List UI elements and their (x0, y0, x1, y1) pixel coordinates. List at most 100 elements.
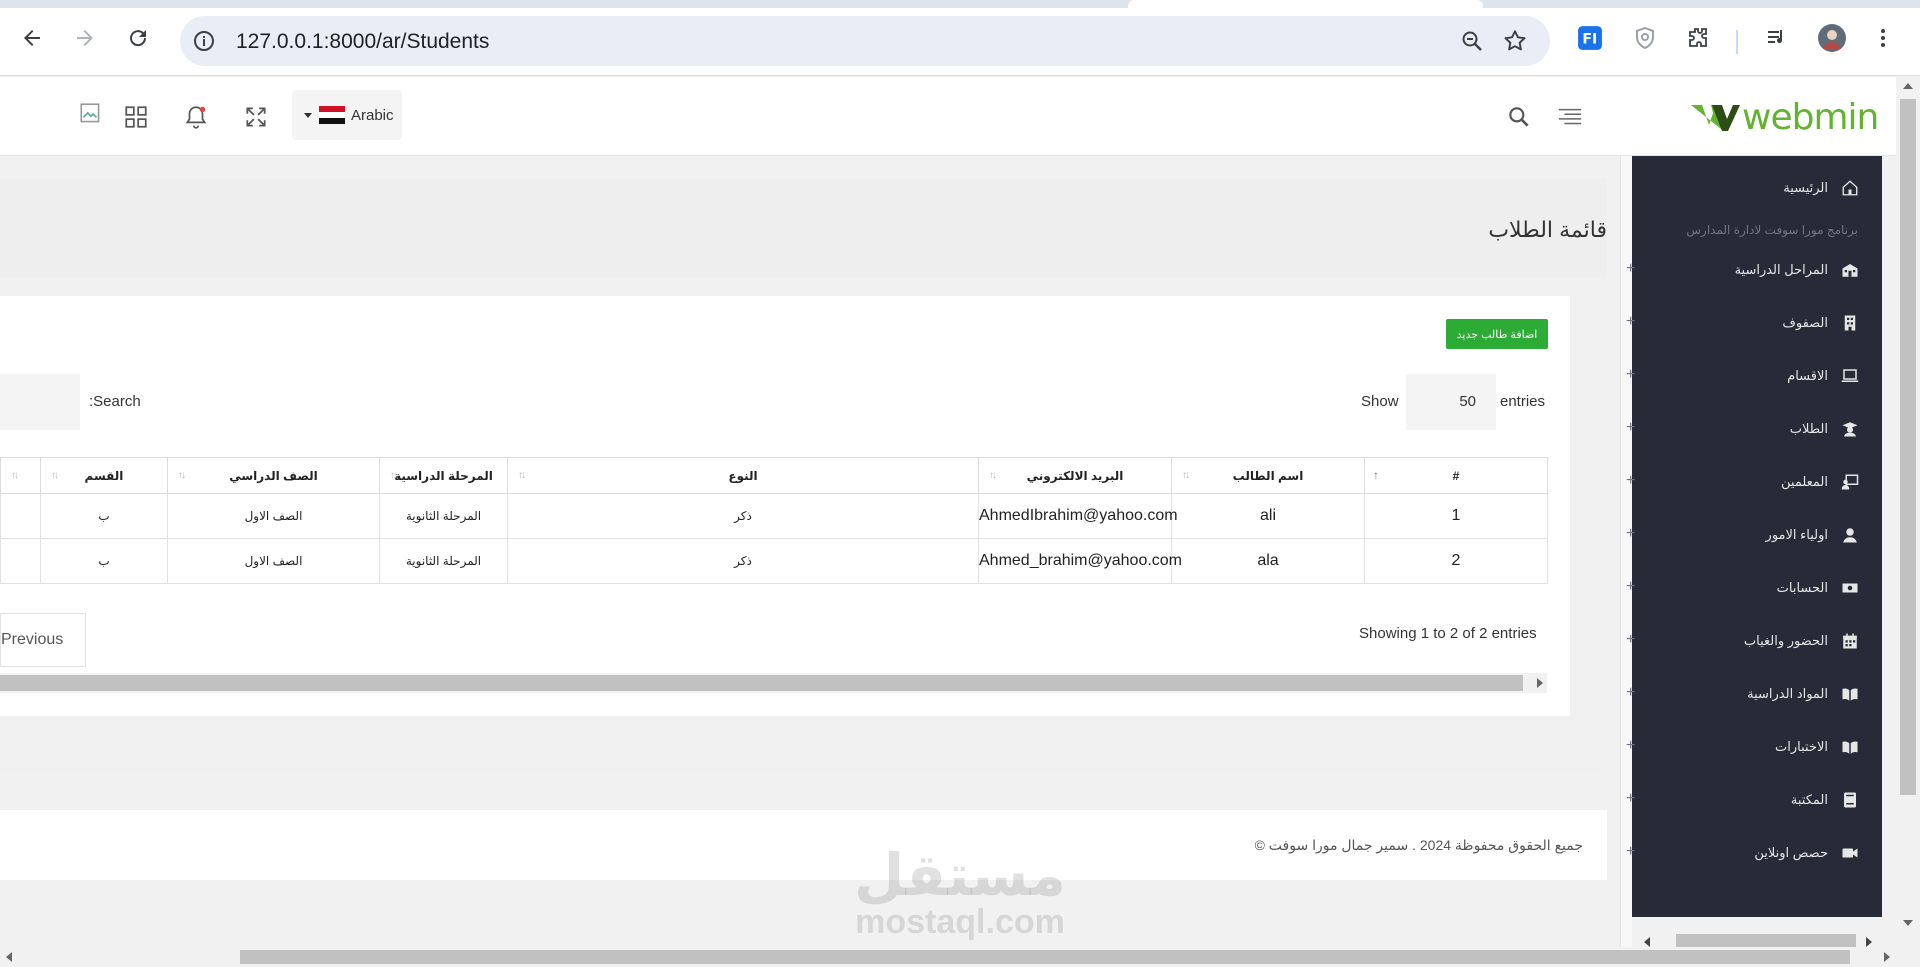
column-header-extra[interactable]: ↑↓ (0, 457, 41, 494)
graduate-icon (1840, 419, 1860, 439)
expand-plus-icon[interactable]: + (1626, 738, 1640, 754)
scroll-right-arrow-icon[interactable] (1537, 678, 1543, 688)
sidebar-item-label: المواد الدراسية (1747, 686, 1828, 701)
sidebar-item-accounts[interactable]: + الحسابات (1626, 573, 1882, 603)
bookmark-star-icon[interactable] (1502, 28, 1528, 54)
search-input[interactable] (0, 374, 80, 430)
reload-button[interactable] (120, 20, 156, 56)
sort-icon: ↑↓ (11, 470, 19, 481)
extension-shield-icon[interactable] (1630, 23, 1660, 53)
extensions-puzzle-icon[interactable] (1683, 23, 1713, 53)
scrollbar-thumb[interactable] (0, 675, 1523, 691)
expand-plus-icon[interactable]: + (1626, 632, 1640, 648)
table-header-row: ↑↓ ↑↓ القسم ↑↓ الصف الدراسي ↑↓ المرحلة الدر… (0, 457, 1548, 494)
scroll-right-arrow-icon[interactable] (1866, 937, 1872, 947)
scroll-left-arrow-icon[interactable] (1644, 937, 1650, 947)
info-icon[interactable] (192, 29, 216, 53)
scroll-right-arrow-icon[interactable] (1884, 952, 1890, 962)
user-icon (1840, 525, 1860, 545)
expand-plus-icon[interactable]: + (1626, 791, 1640, 807)
scroll-up-arrow-icon[interactable] (1903, 83, 1913, 89)
cell-section: ب (40, 538, 168, 584)
expand-plus-icon[interactable]: + (1626, 367, 1640, 383)
cell-extra (0, 538, 41, 584)
search-label: :Search (89, 393, 141, 410)
expand-plus-icon[interactable]: + (1626, 685, 1640, 701)
sidebar-item-parents[interactable]: + اولياء الامور (1626, 520, 1882, 550)
cell-email: AhmedIbrahim@yahoo.com (978, 493, 1178, 539)
notification-bell-icon[interactable] (181, 102, 211, 132)
column-header-stage[interactable]: ↑↓ المرحلة الدراسية (379, 457, 508, 494)
column-header-name[interactable]: ↑↓ اسم الطالب (1171, 457, 1365, 494)
sidebar-item-attendance[interactable]: + الحضور والغياب (1626, 626, 1882, 656)
add-student-button[interactable]: اضافة طالب جديد (1446, 319, 1548, 349)
table-horizontal-scrollbar[interactable] (0, 673, 1547, 693)
expand-plus-icon[interactable]: + (1626, 261, 1640, 277)
cell-email: Ahmed_brahim@yahoo.com (978, 538, 1182, 584)
sidebar-item-grades[interactable]: + الصفوف (1626, 308, 1882, 338)
profile-avatar[interactable] (1817, 23, 1847, 53)
column-header-grade[interactable]: ↑↓ الصف الدراسي (167, 457, 380, 494)
forward-button[interactable] (67, 20, 103, 56)
browser-toolbar: 127.0.0.1:8000/ar/Students FI (0, 8, 1920, 76)
scroll-left-arrow-icon[interactable] (6, 952, 12, 962)
column-header-number[interactable]: ↑ # (1364, 457, 1548, 494)
sort-icon: ↑↓ (390, 470, 398, 481)
address-bar[interactable]: 127.0.0.1:8000/ar/Students (180, 16, 1550, 66)
sort-icon: ↑↓ (518, 470, 526, 481)
page-horizontal-scrollbar[interactable] (0, 947, 1896, 967)
table-row[interactable]: ب الصف الاول المرحلة الثانوية ذكر AhmedI… (0, 493, 1548, 539)
expand-plus-icon[interactable]: + (1626, 473, 1640, 489)
sidebar-item-label: الحسابات (1776, 580, 1828, 595)
language-dropdown[interactable]: Arabic (292, 90, 402, 140)
webmin-logo[interactable]: webmin (1690, 96, 1879, 138)
previous-page-button[interactable]: Previous (0, 613, 86, 667)
sidebar-item-students[interactable]: + الطلاب (1626, 414, 1882, 444)
column-header-section[interactable]: ↑↓ القسم (40, 457, 168, 494)
url-text[interactable]: 127.0.0.1:8000/ar/Students (236, 30, 489, 54)
sidebar-item-sections[interactable]: + الاقسام (1626, 361, 1882, 391)
webmin-logo-mark-icon (1691, 105, 1740, 131)
caret-down-icon (304, 112, 312, 118)
fullscreen-icon[interactable] (241, 102, 271, 132)
sidebar-item-label: المراحل الدراسية (1734, 262, 1828, 277)
reload-icon (130, 30, 147, 47)
expand-plus-icon[interactable]: + (1626, 844, 1640, 860)
active-tab[interactable] (1128, 0, 1483, 8)
apps-grid-icon[interactable] (121, 102, 151, 132)
sidebar-item-library[interactable]: + المكتبة (1626, 785, 1882, 815)
scrollbar-thumb[interactable] (240, 950, 1850, 964)
menu-toggle-icon[interactable] (1555, 102, 1585, 132)
page-title: قائمة الطلاب (1488, 217, 1607, 242)
media-control-icon[interactable] (1762, 23, 1792, 53)
zoom-out-icon[interactable] (1460, 29, 1484, 53)
page-vertical-scrollbar[interactable] (1896, 77, 1920, 967)
scroll-down-arrow-icon[interactable] (1903, 920, 1913, 926)
search-icon[interactable] (1504, 102, 1534, 132)
scrollbar-thumb[interactable] (1900, 99, 1916, 795)
sidebar-item-teachers[interactable]: + المعلمين (1626, 467, 1882, 497)
column-header-email[interactable]: ↑↓ البريد الالكتروني (978, 457, 1172, 494)
expand-plus-icon[interactable]: + (1626, 314, 1640, 330)
toolbar-separator (1736, 30, 1738, 54)
sidebar-item-label: الاختبارات (1775, 739, 1828, 754)
sort-ascending-icon: ↑ (1373, 468, 1379, 482)
expand-plus-icon[interactable]: + (1626, 526, 1640, 542)
expand-plus-icon[interactable]: + (1626, 420, 1640, 436)
back-button[interactable] (14, 20, 50, 56)
broken-image-icon[interactable] (76, 99, 106, 129)
expand-plus-icon[interactable]: + (1626, 579, 1640, 595)
sidebar-item-stages[interactable]: + المراحل الدراسية (1626, 255, 1882, 285)
watermark-latin: mostaql.com (855, 903, 1065, 941)
sidebar-item-exams[interactable]: + الاختبارات (1626, 732, 1882, 762)
logo-text: webmin (1742, 96, 1879, 138)
sidebar-item-home[interactable]: الرئيسية (1632, 173, 1882, 203)
sidebar-item-subjects[interactable]: + المواد الدراسية (1626, 679, 1882, 709)
browser-menu-icon[interactable] (1868, 23, 1898, 53)
sidebar-item-online-classes[interactable]: + حصص اونلاين (1626, 838, 1882, 868)
column-header-gender[interactable]: ↑↓ النوع (507, 457, 979, 494)
calendar-icon (1840, 631, 1860, 651)
extension-fi-icon[interactable]: FI (1575, 23, 1605, 53)
entries-select[interactable]: 50 (1406, 374, 1496, 430)
table-row[interactable]: ب الصف الاول المرحلة الثانوية ذكر Ahmed_… (0, 538, 1548, 584)
